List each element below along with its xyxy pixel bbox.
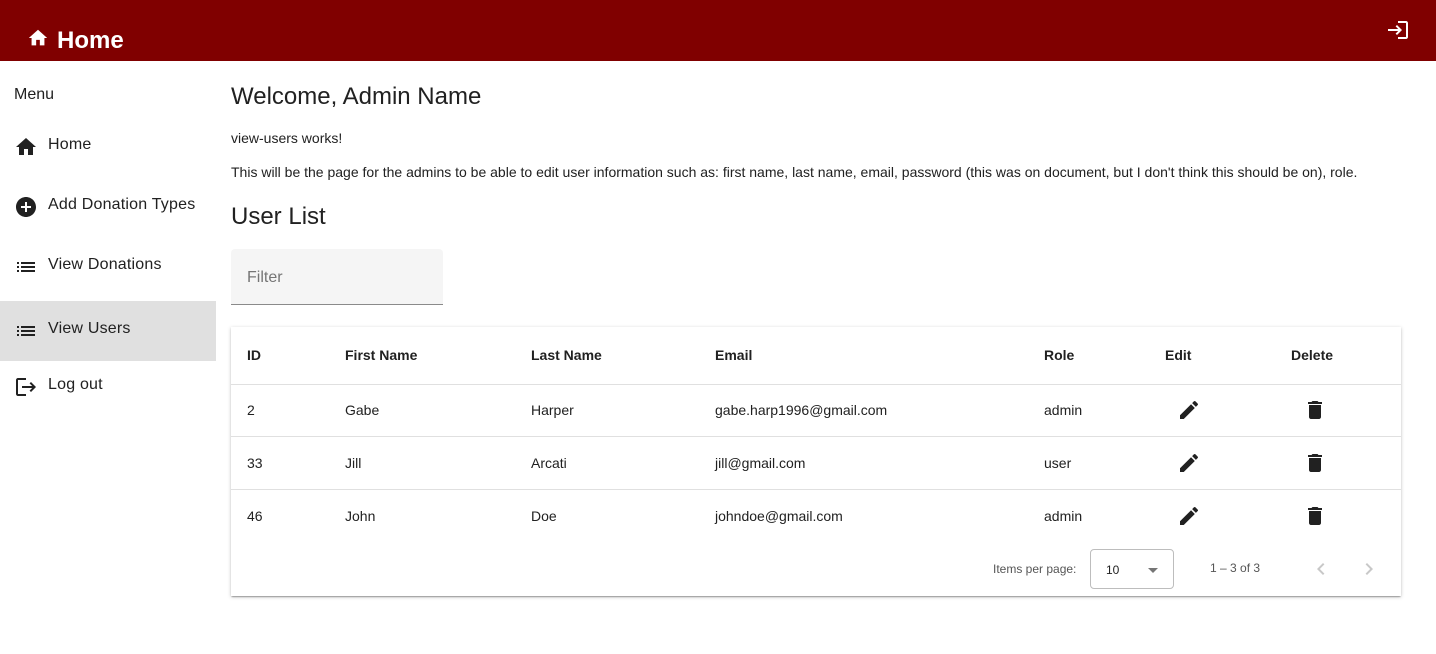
description-text: This will be the page for the admins to …: [231, 164, 1358, 180]
column-header-first-name[interactable]: First Name: [345, 327, 531, 385]
edit-icon[interactable]: [1177, 504, 1201, 528]
cell-edit: [1165, 436, 1291, 490]
add-circle-icon: [16, 197, 36, 217]
cell-first-name: John: [345, 507, 376, 524]
cell-role: admin: [1044, 384, 1165, 437]
cell-last-name: Arcati: [531, 436, 715, 490]
sidebar-item-view-donations[interactable]: View Donations: [0, 237, 216, 297]
logout-icon: [16, 378, 36, 396]
filter-field[interactable]: [231, 249, 443, 305]
toolbar-title: Home: [57, 27, 124, 54]
status-text: view-users works!: [231, 130, 343, 146]
users-table: ID First Name Last Name Email Role Edit …: [231, 327, 1401, 542]
sidebar-item-add-donation-types[interactable]: Add Donation Types: [0, 177, 216, 237]
table-header-row: ID First Name Last Name Email Role Edit …: [231, 327, 1401, 385]
home-icon: [28, 29, 48, 46]
sidebar-item-view-users[interactable]: View Users: [0, 301, 216, 361]
table-row: 33 Jill Arcati jill@gmail.com user: [231, 436, 1401, 490]
cell-email: jill@gmail.com: [715, 436, 1044, 490]
column-header-edit: Edit: [1165, 327, 1291, 385]
sidebar-item-label: Add Donation Types: [48, 196, 196, 213]
next-page-icon[interactable]: [1357, 557, 1381, 581]
cell-edit: [1165, 489, 1291, 542]
column-header-last-name[interactable]: Last Name: [531, 327, 715, 385]
edit-icon[interactable]: [1177, 451, 1201, 475]
items-per-page-value: 10: [1106, 563, 1120, 577]
cell-first-name: Gabe: [345, 384, 531, 437]
edit-icon[interactable]: [1177, 398, 1201, 422]
items-per-page-label: Items per page:: [993, 562, 1077, 576]
cell-role: user: [1044, 436, 1165, 490]
user-list-title: User List: [231, 203, 326, 230]
sidebar-item-log-out[interactable]: Log out: [0, 357, 216, 417]
previous-page-icon[interactable]: [1309, 557, 1333, 581]
cell-delete: [1291, 384, 1401, 437]
cell-email: gabe.harp1996@gmail.com: [715, 384, 1044, 437]
column-header-delete: Delete: [1291, 327, 1401, 385]
items-per-page-select[interactable]: 10: [1090, 549, 1174, 589]
home-icon: [16, 138, 36, 155]
sidebar-item-label: View Users: [48, 320, 131, 337]
users-table-card: ID First Name Last Name Email Role Edit …: [231, 327, 1401, 596]
paginator: Items per page: 10 1 – 3 of 3: [231, 542, 1401, 596]
sidebar-item-label: Home: [48, 136, 92, 153]
cell-id: 2: [231, 384, 345, 437]
sidebar-item-home[interactable]: Home: [0, 117, 216, 177]
login-icon[interactable]: [1386, 18, 1410, 42]
delete-icon[interactable]: [1303, 451, 1327, 475]
table-row: 46 John Doe johndoe@gmail.com admin: [231, 489, 1401, 542]
cell-delete: [1291, 489, 1401, 542]
list-icon: [17, 262, 35, 272]
table-row: 2 Gabe Harper gabe.harp1996@gmail.com ad…: [231, 384, 1401, 437]
cell-last-name: Harper: [531, 384, 715, 437]
sidebar-item-label: View Donations: [48, 256, 162, 273]
welcome-heading: Welcome, Admin Name: [231, 83, 482, 110]
filter-input[interactable]: [247, 267, 427, 289]
column-header-role[interactable]: Role: [1044, 327, 1165, 385]
delete-icon[interactable]: [1303, 398, 1327, 422]
cell-email: johndoe@gmail.com: [715, 507, 843, 524]
sidebar-item-label: Log out: [48, 376, 103, 393]
column-header-id[interactable]: ID: [231, 327, 345, 385]
cell-first-name: Jill: [345, 436, 531, 490]
chevron-down-icon: [1148, 568, 1158, 573]
cell-delete: [1291, 436, 1401, 490]
cell-edit: [1165, 384, 1291, 437]
sidebar: Menu Home Add Donation Types View Donati…: [0, 61, 216, 654]
cell-id: 33: [231, 436, 345, 490]
cell-role: admin: [1044, 507, 1083, 524]
top-toolbar: Home: [0, 0, 1436, 61]
list-icon: [17, 326, 35, 336]
cell-last-name: Doe: [531, 507, 557, 524]
sidebar-menu-title: Menu: [14, 86, 55, 103]
page-range-label: 1 – 3 of 3: [1210, 561, 1261, 575]
column-header-email[interactable]: Email: [715, 327, 1044, 385]
cell-id: 46: [247, 507, 263, 524]
delete-icon[interactable]: [1303, 504, 1327, 528]
